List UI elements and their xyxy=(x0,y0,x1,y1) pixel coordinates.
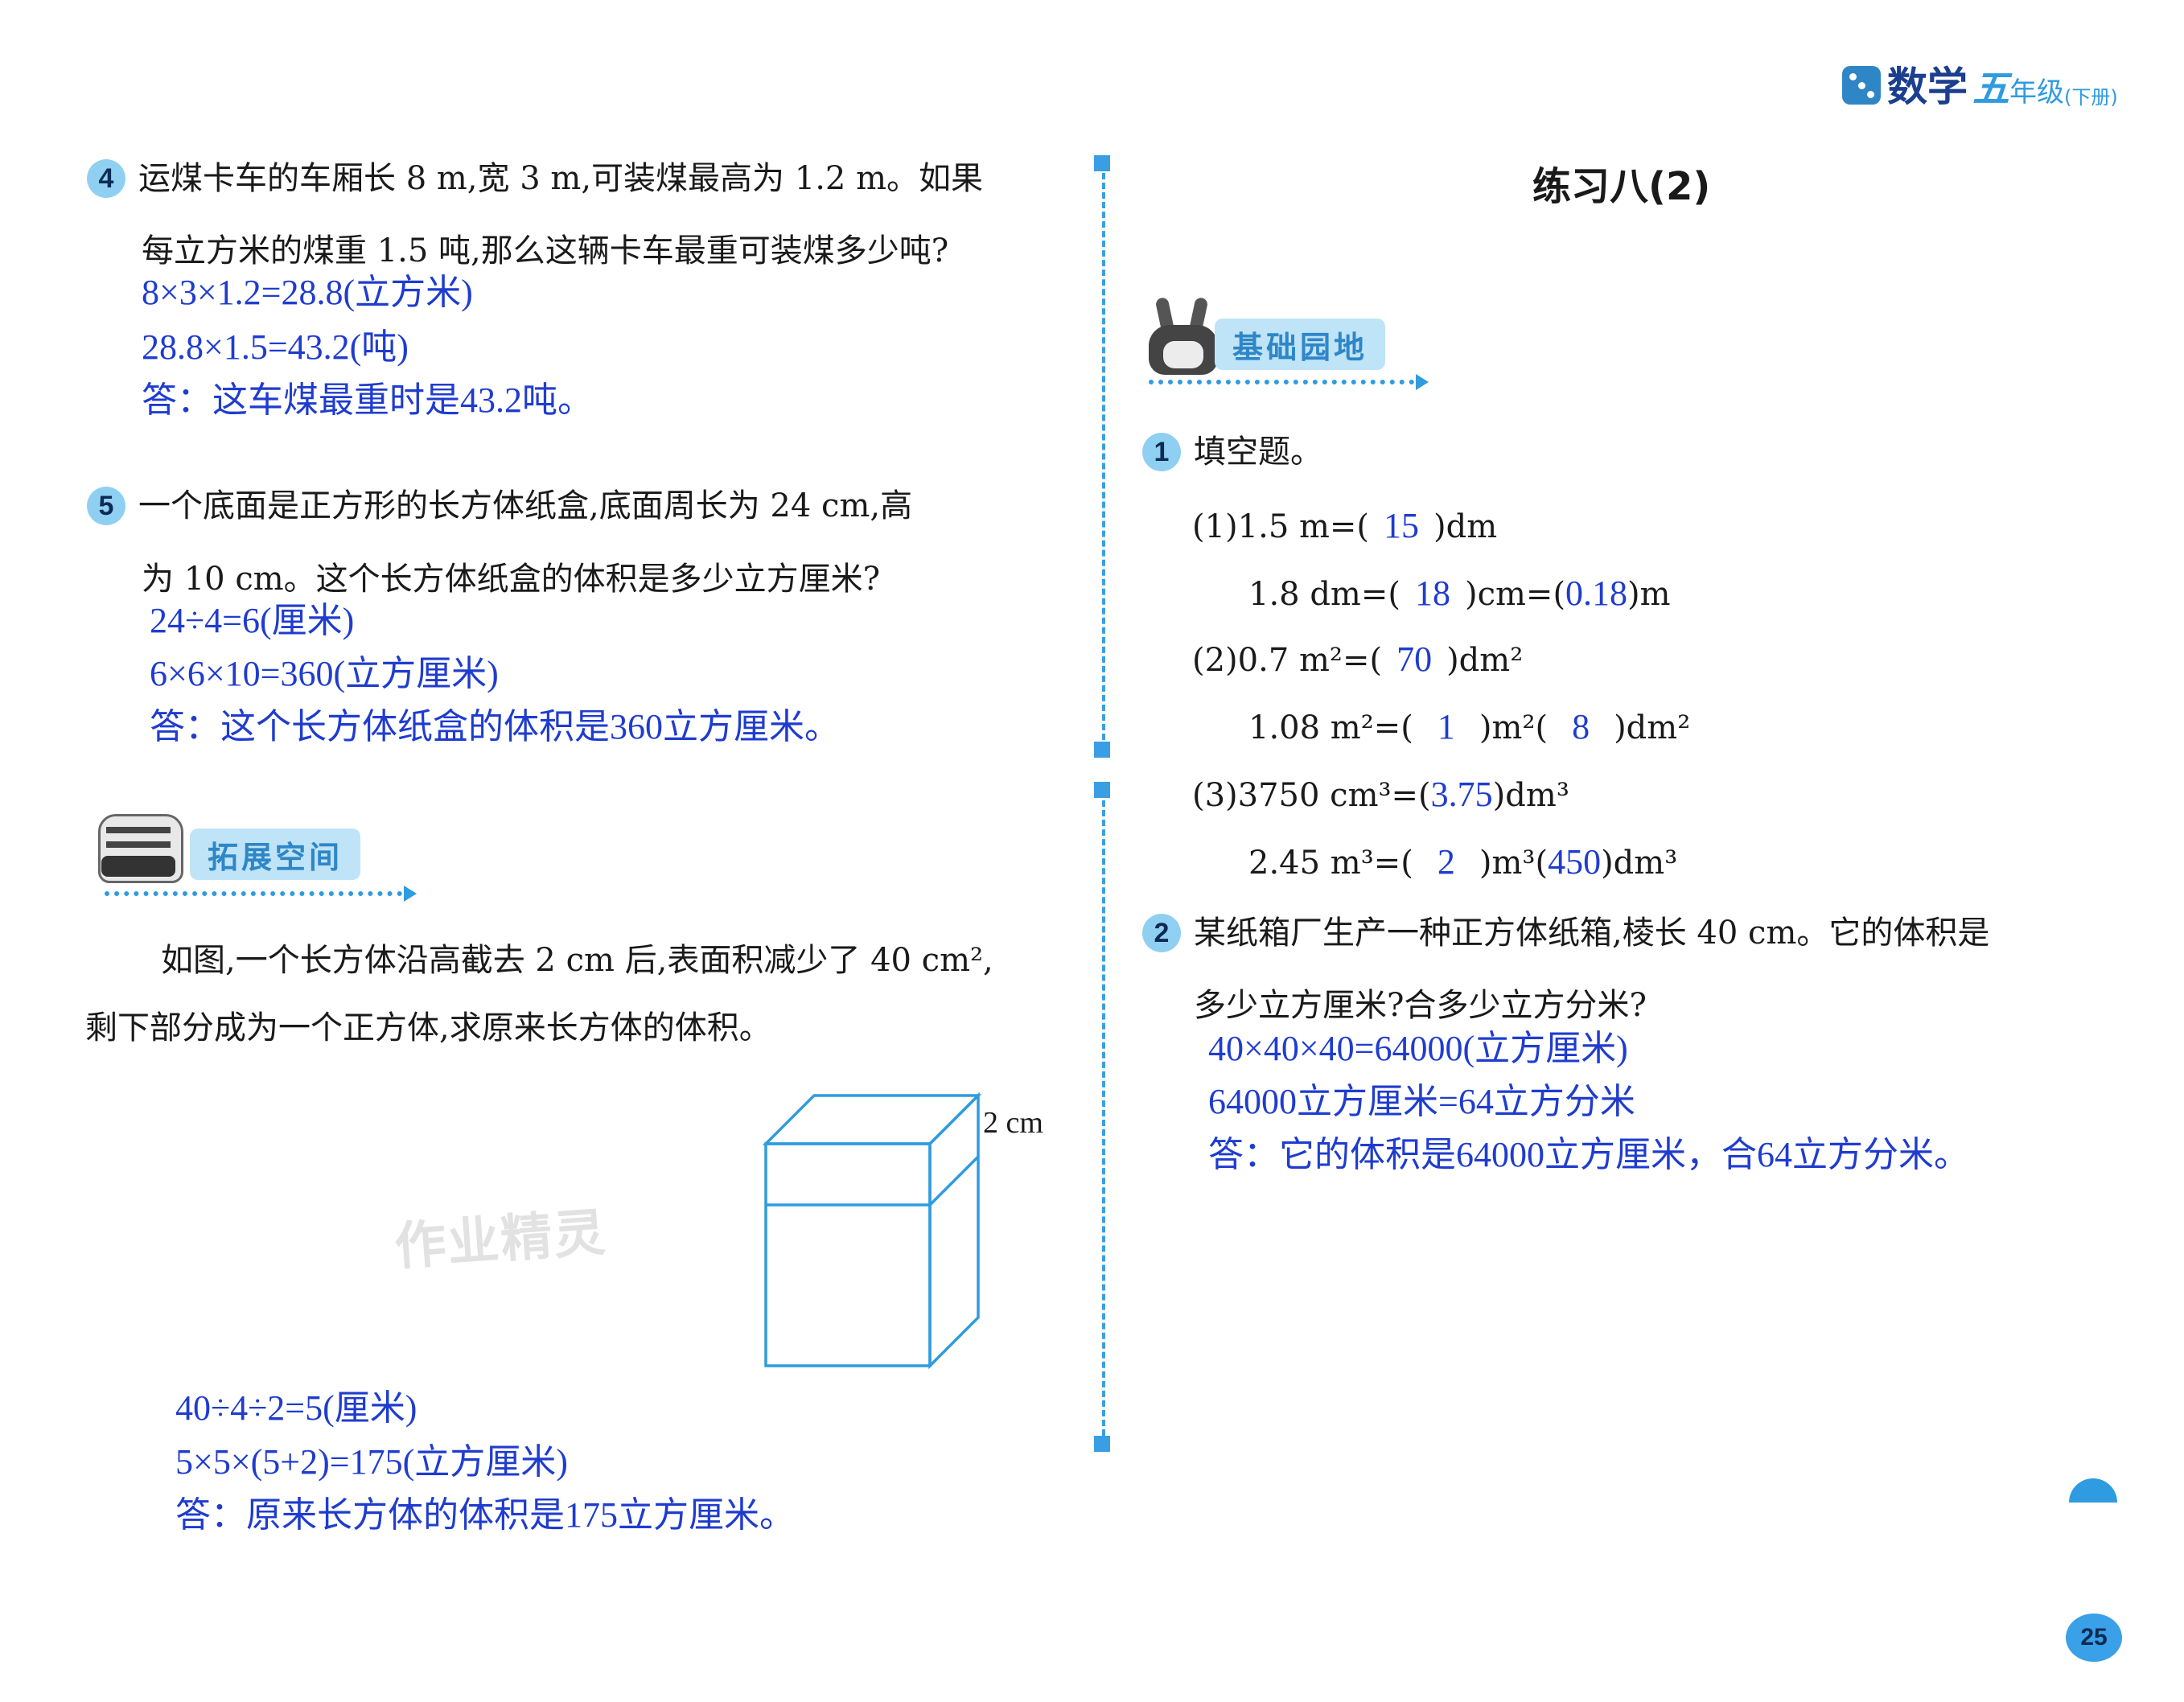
question-4-answer-1: 8×3×1.2=28.8(立方米) xyxy=(142,273,473,312)
extension-dotted-line xyxy=(105,891,402,896)
lesson-title: 练习八(2) xyxy=(1532,164,1711,209)
question-2-answer-2: 64000立方厘米=64立方分米 xyxy=(1208,1082,1635,1121)
subject-label: 数学 xyxy=(1887,64,1968,110)
extension-answer-3: 答：原来长方体的体积是175立方厘米。 xyxy=(175,1495,795,1535)
question-2-badge: 2 xyxy=(1142,914,1181,952)
extension-answer-1: 40÷4÷2=5(厘米) xyxy=(175,1388,417,1428)
header-brand: 数学 五 年级 (下册) xyxy=(1842,48,2118,113)
fill-line-4: 1.08 m²=(1)m²(8)dm² xyxy=(1248,707,1691,746)
cuboid-right-face xyxy=(928,1092,980,1370)
cuboid-figure xyxy=(762,1092,982,1370)
question-5-line2: 为 10 cm。这个长方体纸盒的体积是多少立方厘米? xyxy=(142,561,881,598)
grade-char: 五 xyxy=(1972,67,2009,110)
question-4-line1: 运煤卡车的车厢长 8 m,宽 3 m,可装煤最高为 1.2 m。如果 xyxy=(138,160,984,197)
extension-arrow-icon xyxy=(404,886,417,902)
question-4-badge: 4 xyxy=(87,159,125,198)
question-1-badge: 1 xyxy=(1142,433,1181,471)
fill-answer: 1 xyxy=(1437,707,1455,746)
extension-line1: 如图,一个长方体沿高截去 2 cm 后,表面积减少了 40 cm², xyxy=(161,942,993,979)
zebra-mascot-icon xyxy=(90,814,187,886)
extension-answer-2: 5×5×(5+2)=175(立方厘米) xyxy=(175,1442,568,1482)
fill-line-3: (2)0.7 m²=(70)dm² xyxy=(1192,639,1524,679)
question-4-line2: 每立方米的煤重 1.5 吨,那么这辆卡车最重可装煤多少吨? xyxy=(142,232,949,269)
cut-line-side xyxy=(928,1155,980,1207)
question-5-answer-1: 24÷4=6(厘米) xyxy=(150,601,355,640)
figure-height-label: 2 cm xyxy=(983,1106,1043,1140)
page-number: 25 xyxy=(2080,1624,2108,1651)
basics-section-title: 基础园地 xyxy=(1215,319,1386,370)
cuboid-front-face xyxy=(764,1142,932,1367)
extension-section-title: 拓展空间 xyxy=(190,828,361,880)
fill-line-2: 1.8 dm=(18)cm=(0.18)m xyxy=(1248,574,1671,613)
basics-dotted-line xyxy=(1149,380,1414,384)
fill-line-6: 2.45 m³=(2)m³(450)dm³ xyxy=(1248,842,1678,882)
page-corner-decoration xyxy=(2069,1478,2117,1503)
fill-line-1: (1)1.5 m=(15)dm xyxy=(1192,506,1498,545)
fill-line-5: (3)3750 cm³=(3.75)dm³ xyxy=(1192,775,1569,814)
fill-answer: 18 xyxy=(1414,574,1450,613)
question-4-answer-2: 28.8×1.5=43.2(吨) xyxy=(142,327,409,367)
volume-label: (下册) xyxy=(2064,86,2118,109)
page-number-badge: 25 xyxy=(2066,1614,2122,1662)
dice-icon xyxy=(1842,66,1881,105)
question-1-text: 填空题。 xyxy=(1194,434,1322,471)
question-2-line1: 某纸箱厂生产一种正方体纸箱,棱长 40 cm。它的体积是 xyxy=(1194,915,1990,952)
basics-arrow-icon xyxy=(1416,374,1429,390)
cuboid-top-face xyxy=(762,1094,982,1145)
grade-label: 年级 xyxy=(2009,76,2064,109)
question-5-answer-2: 6×6×10=360(立方厘米) xyxy=(150,654,499,693)
extension-line2: 剩下部分成为一个正方体,求原来长方体的体积。 xyxy=(85,1009,771,1046)
question-4-answer-3: 答：这车煤最重时是43.2吨。 xyxy=(142,380,593,420)
question-2-answer-3: 答：它的体积是64000立方厘米，合64立方分米。 xyxy=(1208,1135,1969,1174)
question-5-badge: 5 xyxy=(87,487,125,525)
fill-answer: 3.75 xyxy=(1430,775,1493,814)
fill-answer: 2 xyxy=(1437,842,1455,882)
question-2-answer-1: 40×40×40=64000(立方厘米) xyxy=(1208,1029,1628,1068)
fill-answer: 15 xyxy=(1384,506,1420,545)
fill-answer: 450 xyxy=(1548,842,1602,882)
fill-answer: 8 xyxy=(1572,707,1590,746)
question-5-answer-3: 答：这个长方体纸盒的体积是360立方厘米。 xyxy=(150,707,840,746)
watermark: 作业精灵 xyxy=(393,1202,609,1278)
fill-answer: 70 xyxy=(1396,639,1433,679)
question-2-line2: 多少立方厘米?合多少立方分米? xyxy=(1194,987,1647,1024)
fill-answer: 0.18 xyxy=(1565,574,1628,613)
rabbit-mascot-icon xyxy=(1142,296,1223,378)
question-5-line1: 一个底面是正方形的长方体纸盒,底面周长为 24 cm,高 xyxy=(138,487,913,524)
